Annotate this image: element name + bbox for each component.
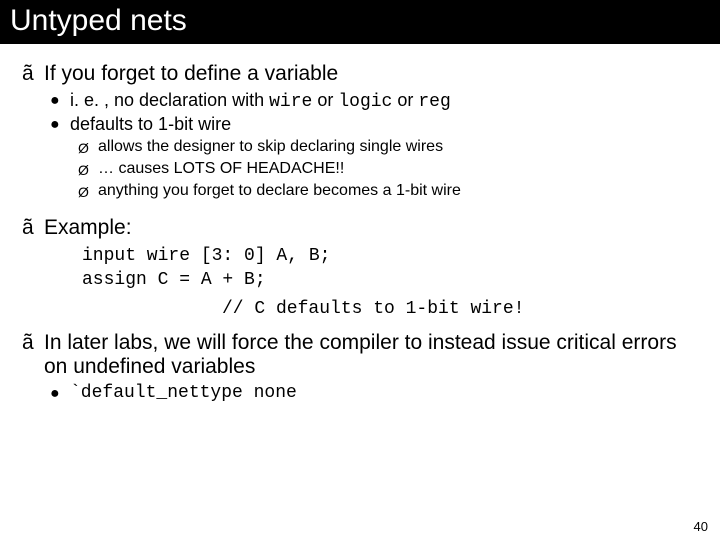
code-line: input wire [3: 0] A, B; (82, 246, 330, 266)
bullet-example: ã Example: (22, 216, 698, 240)
text-fragment: or (312, 90, 338, 110)
subbullet-no-declaration: ● i. e. , no declaration with wire or lo… (50, 90, 698, 112)
subbullet-default-nettype: ● `default_nettype none (50, 383, 698, 405)
subsub-text: anything you forget to declare becomes a… (98, 182, 698, 200)
subbullet-text: i. e. , no declaration with wire or logi… (70, 90, 698, 112)
dot-icon: ● (50, 383, 70, 405)
code-logic: logic (338, 92, 392, 112)
page-number: 40 (694, 519, 708, 534)
bullet-forget-variable: ã If you forget to define a variable (22, 62, 698, 86)
bullet-text: In later labs, we will force the compile… (44, 331, 698, 379)
text-fragment: i. e. , no declaration with (70, 90, 269, 110)
subsub-text: allows the designer to skip declaring si… (98, 138, 698, 156)
dot-icon: ● (50, 114, 70, 136)
subbullet-defaults-1bit: ● defaults to 1-bit wire (50, 114, 698, 136)
bullet-text: If you forget to define a variable (44, 62, 698, 86)
code-example: input wire [3: 0] A, B; assign C = A + B… (82, 244, 698, 293)
code-wire: wire (269, 92, 312, 112)
subsub-allows-skip: Ø allows the designer to skip declaring … (78, 138, 698, 158)
arrow-icon: Ø (78, 160, 98, 180)
text-fragment: or (392, 90, 418, 110)
bullet-marker: ã (22, 216, 44, 240)
subsub-text: … causes LOTS OF HEADACHE!! (98, 160, 698, 178)
slide-body: ã If you forget to define a variable ● i… (0, 44, 720, 405)
code-line: assign C = A + B; (82, 270, 266, 290)
subsub-forget-declare: Ø anything you forget to declare becomes… (78, 182, 698, 202)
dot-icon: ● (50, 90, 70, 112)
code-default-nettype: `default_nettype none (70, 383, 698, 403)
subbullet-text: defaults to 1-bit wire (70, 114, 698, 135)
subsub-headache: Ø … causes LOTS OF HEADACHE!! (78, 160, 698, 180)
slide-title: Untyped nets (0, 0, 720, 44)
arrow-icon: Ø (78, 138, 98, 158)
bullet-marker: ã (22, 331, 44, 355)
code-reg: reg (418, 92, 450, 112)
bullet-later-labs: ã In later labs, we will force the compi… (22, 331, 698, 379)
code-comment: // C defaults to 1-bit wire! (222, 299, 698, 319)
bullet-text: Example: (44, 216, 698, 240)
bullet-marker: ã (22, 62, 44, 86)
arrow-icon: Ø (78, 182, 98, 202)
